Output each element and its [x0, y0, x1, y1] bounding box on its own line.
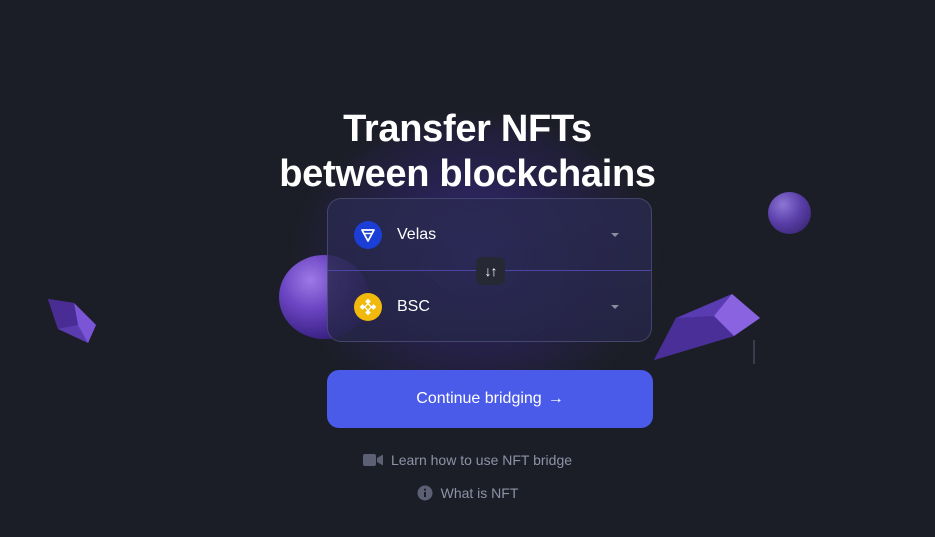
bsc-logo-icon — [354, 293, 382, 321]
title-line-2: between blockchains — [279, 153, 656, 196]
arrow-right-icon: → — [547, 390, 564, 407]
what-link-label: What is NFT — [440, 485, 519, 501]
what-is-nft-link[interactable]: What is NFT — [0, 485, 935, 501]
video-camera-icon — [362, 453, 383, 467]
swap-arrows-icon: ↓↑ — [484, 263, 498, 279]
chain-selector-card: Velas BSC ↓↑ — [327, 198, 652, 342]
from-chain-name: Velas — [397, 226, 437, 243]
crystal-left-decoration — [48, 299, 96, 343]
title-line-1: Transfer NFTs — [343, 108, 592, 151]
sphere-small-decoration — [768, 192, 811, 234]
bridge-page: Transfer NFTs between blockchains Velas — [0, 0, 935, 537]
chevron-down-icon — [611, 233, 619, 237]
chevron-down-icon — [611, 305, 619, 309]
crystal-right-decoration — [654, 294, 760, 364]
to-chain-name: BSC — [397, 298, 430, 315]
velas-logo-icon — [354, 221, 382, 249]
continue-bridging-button[interactable]: Continue bridging → — [327, 370, 653, 428]
swap-chains-button[interactable]: ↓↑ — [476, 257, 505, 285]
continue-bridging-label: Continue bridging — [416, 390, 542, 407]
learn-link-label: Learn how to use NFT bridge — [390, 452, 573, 468]
page-title: Transfer NFTs between blockchains — [0, 107, 935, 197]
learn-nft-bridge-link[interactable]: Learn how to use NFT bridge — [0, 452, 935, 468]
info-icon — [417, 485, 433, 501]
